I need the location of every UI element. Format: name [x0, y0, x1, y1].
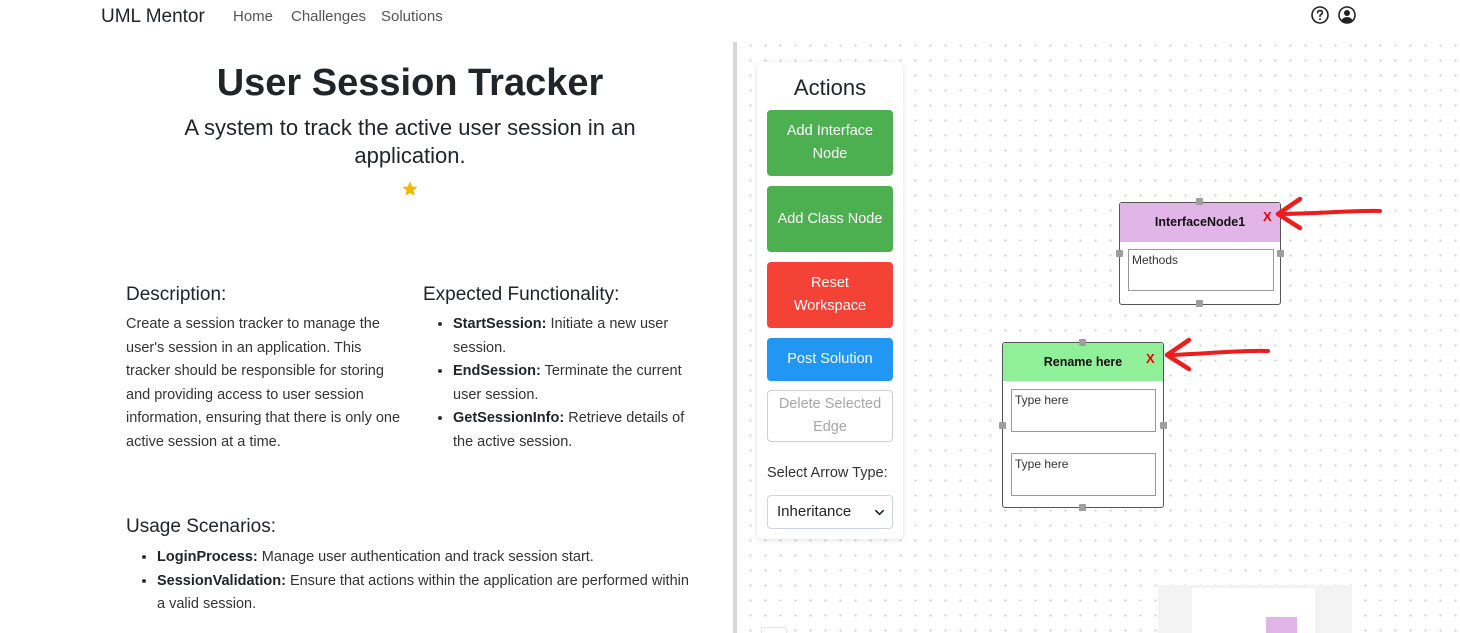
list-item: SessionValidation: Ensure that actions w…	[157, 570, 697, 617]
list-item: GetSessionInfo: Retrieve details of the …	[453, 407, 703, 454]
list-item: StartSession: Initiate a new user sessio…	[453, 313, 703, 360]
nav-home-link[interactable]: Home	[233, 8, 273, 25]
connection-handle[interactable]	[1196, 198, 1203, 205]
nav-challenges-link[interactable]: Challenges	[291, 8, 366, 25]
functionality-name: GetSessionInfo:	[453, 410, 565, 426]
functionality-list: StartSession: Initiate a new user sessio…	[453, 313, 703, 454]
connection-handle[interactable]	[1116, 250, 1123, 257]
connection-handle[interactable]	[1079, 339, 1086, 346]
brand-logo[interactable]: UML Mentor	[101, 6, 205, 28]
list-item: LoginProcess: Manage user authentication…	[157, 546, 697, 570]
top-navbar: UML Mentor Home Challenges Solutions	[0, 0, 1460, 34]
methods-field[interactable]: Type here	[1011, 453, 1156, 496]
canvas-controls[interactable]	[761, 627, 787, 633]
methods-field[interactable]: Methods	[1128, 249, 1274, 291]
connection-handle[interactable]	[1160, 422, 1167, 429]
annotation-arrow-icon	[1275, 196, 1382, 231]
minimap-node	[1266, 617, 1297, 633]
actions-panel: Actions Add Interface Node Add Class Nod…	[757, 62, 903, 539]
connection-handle[interactable]	[1277, 250, 1284, 257]
help-icon[interactable]	[1310, 5, 1330, 25]
star-icon[interactable]	[401, 180, 419, 198]
challenge-subtitle: A system to track the active user sessio…	[184, 115, 636, 168]
connection-handle[interactable]	[999, 422, 1006, 429]
add-class-node-button[interactable]: Add Class Node	[767, 186, 893, 252]
nav-solutions-link[interactable]: Solutions	[381, 8, 443, 25]
delete-selected-edge-button[interactable]: Delete Selected Edge	[767, 390, 893, 442]
description-heading: Description:	[126, 284, 227, 305]
class-node[interactable]: Rename here X Type here Type here	[1002, 342, 1164, 508]
usage-heading: Usage Scenarios:	[126, 516, 276, 537]
usage-name: LoginProcess:	[157, 549, 258, 565]
usage-text: Manage user authentication and track ses…	[257, 549, 594, 565]
class-node-title[interactable]: Rename here	[1003, 343, 1163, 381]
post-solution-button[interactable]: Post Solution	[767, 338, 893, 381]
usage-list: LoginProcess: Manage user authentication…	[157, 546, 697, 617]
user-account-icon[interactable]	[1337, 5, 1357, 25]
attributes-field[interactable]: Type here	[1011, 389, 1156, 432]
reset-workspace-button[interactable]: Reset Workspace	[767, 262, 893, 328]
usage-name: SessionValidation:	[157, 572, 286, 589]
functionality-heading: Expected Functionality:	[423, 284, 620, 305]
arrow-type-label: Select Arrow Type:	[767, 465, 888, 481]
connection-handle[interactable]	[1196, 300, 1203, 307]
annotation-arrow-icon	[1164, 337, 1270, 372]
functionality-name: EndSession:	[453, 363, 541, 379]
interface-node-title[interactable]: InterfaceNode1	[1120, 203, 1280, 242]
functionality-name: StartSession:	[453, 316, 547, 332]
arrow-type-select[interactable]: Inheritance	[767, 495, 893, 529]
challenge-title: User Session Tracker	[216, 62, 604, 104]
actions-title: Actions	[793, 75, 867, 100]
interface-node[interactable]: InterfaceNode1 X Methods	[1119, 202, 1281, 305]
chevron-down-icon	[875, 509, 884, 516]
list-item: EndSession: Terminate the current user s…	[453, 360, 703, 407]
delete-class-node-button[interactable]: X	[1146, 351, 1155, 366]
description-text: Create a session tracker to manage the u…	[126, 316, 401, 450]
arrow-type-value: Inheritance	[777, 503, 852, 520]
add-interface-node-button[interactable]: Add Interface Node	[767, 110, 893, 176]
connection-handle[interactable]	[1079, 504, 1086, 511]
